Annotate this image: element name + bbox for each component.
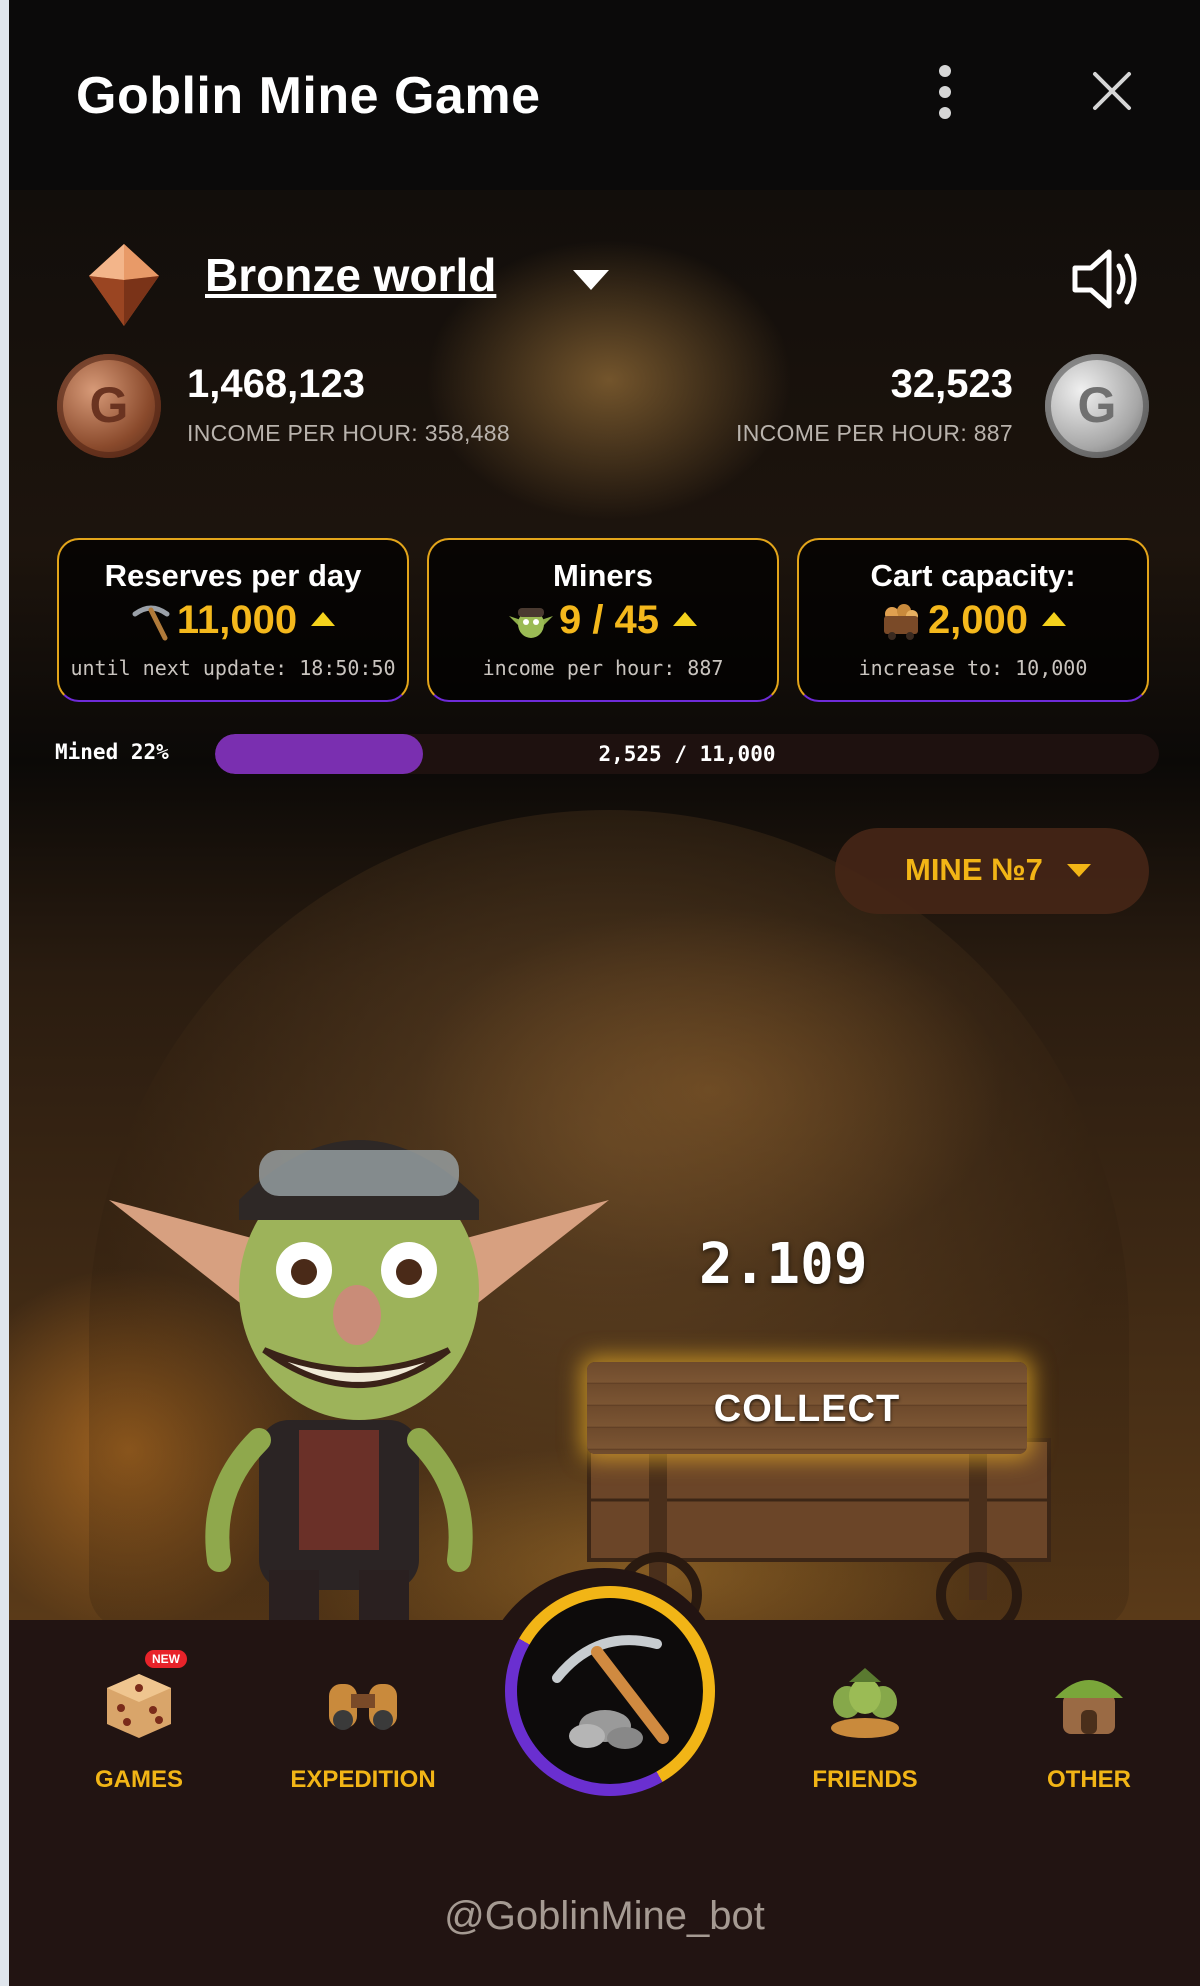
coin-letter: G: [1077, 377, 1117, 433]
close-icon[interactable]: [1089, 68, 1135, 114]
pickaxe-icon: [132, 605, 170, 641]
goblin-head-icon: [508, 608, 553, 639]
silver-coin-icon: G: [1045, 354, 1149, 458]
chevron-down-icon: [1067, 864, 1091, 877]
bronze-coin-icon: G: [57, 354, 161, 458]
left-edge-strip: [0, 0, 9, 1986]
mined-progress-text: 2,525 / 11,000: [598, 742, 776, 766]
bronze-income-value: 358,488: [424, 420, 510, 446]
card-value-row: 2,000: [799, 598, 1147, 643]
silver-income: INCOME PER HOUR: 887: [736, 420, 1013, 447]
nav-expedition[interactable]: EXPEDITION: [273, 1650, 453, 1800]
app-frame: Goblin Mine Game Bronze world G 1,468,12…: [9, 0, 1200, 1986]
more-options-icon[interactable]: [933, 65, 957, 121]
app-header: Goblin Mine Game: [9, 0, 1200, 190]
goblin-character: [109, 1140, 609, 1630]
mine-selector-button[interactable]: MINE №7: [835, 828, 1149, 914]
card-subtitle: increase to: 10,000: [858, 656, 1088, 680]
bronze-income-label: INCOME PER HOUR:: [187, 420, 418, 446]
mined-percent-label: Mined 22%: [55, 740, 169, 764]
nav-other[interactable]: OTHER: [999, 1650, 1179, 1800]
card-value: 11,000: [176, 598, 298, 642]
card-value: 9 / 45: [558, 598, 660, 642]
card-value-row: 9 / 45: [429, 598, 777, 643]
reserves-card[interactable]: Reserves per day 11,000 until next updat…: [57, 538, 409, 702]
card-title: Cart capacity:: [870, 558, 1076, 593]
cart-capacity-card[interactable]: Cart capacity: 2,000 increase to: 10,000: [797, 538, 1149, 702]
card-subtitle: until next update: 18:50:50: [70, 656, 396, 680]
upgrade-arrow-icon[interactable]: [311, 612, 336, 627]
nav-friends-label: FRIENDS: [812, 1766, 918, 1793]
nav-other-label: OTHER: [1047, 1766, 1131, 1793]
collect-label: COLLECT: [713, 1388, 901, 1430]
mine-selector-label: MINE №7: [905, 852, 1043, 887]
app-title: Goblin Mine Game: [76, 67, 541, 125]
bronze-income: INCOME PER HOUR: 358,488: [187, 420, 510, 447]
new-badge: NEW: [145, 1650, 187, 1668]
upgrade-arrow-icon[interactable]: [1042, 612, 1067, 627]
ore-cart-icon: [883, 604, 918, 641]
upgrade-arrow-icon[interactable]: [673, 612, 698, 627]
card-subtitle: income per hour: 887: [482, 656, 724, 680]
mine-button-inner: [517, 1598, 703, 1784]
miners-card[interactable]: Miners 9 / 45 income per hour: 887: [427, 538, 779, 702]
card-title: Reserves per day: [104, 558, 362, 593]
nav-expedition-label: EXPEDITION: [290, 1766, 436, 1793]
pickaxe-icon: [552, 1635, 669, 1749]
card-value-row: 11,000: [59, 598, 407, 643]
binoculars-icon: [329, 1684, 397, 1730]
bronze-balance: 1,468,123: [187, 362, 365, 406]
friends-icon: [831, 1668, 899, 1738]
nav-friends[interactable]: FRIENDS: [775, 1650, 955, 1800]
coin-letter: G: [89, 377, 129, 433]
collect-button[interactable]: COLLECT: [587, 1362, 1027, 1454]
world-selector[interactable]: Bronze world: [205, 248, 496, 302]
gem-icon: [89, 244, 159, 326]
card-title: Miners: [553, 558, 653, 593]
mine-main-button[interactable]: [505, 1586, 715, 1796]
mined-progress-bar: 2,525 / 11,000: [215, 734, 1159, 774]
nav-games[interactable]: NEW GAMES: [49, 1650, 229, 1800]
hut-icon: [1055, 1680, 1123, 1734]
chevron-down-icon[interactable]: [571, 268, 611, 292]
silver-income-label: INCOME PER HOUR:: [736, 420, 968, 446]
bot-handle[interactable]: @GoblinMine_bot: [9, 1894, 1200, 1939]
collect-amount: 2.109: [699, 1232, 868, 1297]
speaker-icon[interactable]: [1069, 244, 1145, 314]
silver-balance: 32,523: [890, 362, 1013, 406]
card-value: 2,000: [927, 598, 1029, 642]
silver-income-value: 887: [973, 420, 1013, 446]
dice-icon: [107, 1674, 171, 1738]
nav-games-label: GAMES: [94, 1766, 183, 1793]
